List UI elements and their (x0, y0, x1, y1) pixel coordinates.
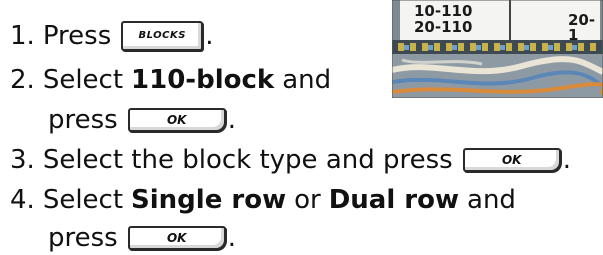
step-text: press (48, 105, 118, 135)
row-option-dual: Dual row (328, 185, 460, 215)
step-text: press (48, 223, 118, 253)
ok-key-icon: OK (462, 148, 561, 172)
step-3: 3. Select the block type and press OK . (10, 144, 571, 176)
step-text: Select the block type and press (42, 145, 453, 175)
step-number: 1. (10, 21, 35, 51)
block-type-option: 110-block (131, 65, 275, 95)
step-number: 4. (10, 185, 35, 215)
step-text: Select (42, 185, 124, 215)
step-period: . (227, 223, 236, 253)
ok-key-icon: OK (127, 226, 226, 250)
block-label: 20-110 (414, 18, 473, 36)
step-2: 2. Select 110-block and (10, 64, 331, 96)
step-text: Select (42, 65, 124, 95)
step-text: or (294, 185, 321, 215)
step-text: and (467, 185, 516, 215)
step-period: . (205, 21, 214, 51)
ok-key-icon: OK (127, 108, 226, 132)
step-number: 3. (10, 145, 35, 175)
step-text: and (282, 65, 332, 95)
step-number: 2. (10, 65, 35, 95)
step-1: 1. Press BLOCKS . (10, 20, 214, 52)
step-period: . (227, 105, 236, 135)
blocks-key-icon: BLOCKS (121, 21, 204, 51)
punch-block-photo: 10-110 20-110 20-1 (392, 0, 603, 98)
step-period: . (562, 145, 571, 175)
block-label: 20-1 (568, 11, 596, 44)
step-text: Press (42, 21, 112, 51)
step-2-continued: press OK . (48, 104, 236, 136)
step-4: 4. Select Single row or Dual row and (10, 184, 516, 216)
step-4-continued: press OK . (48, 222, 236, 254)
row-option-single: Single row (131, 185, 287, 215)
block-label: 10-110 (414, 2, 473, 20)
